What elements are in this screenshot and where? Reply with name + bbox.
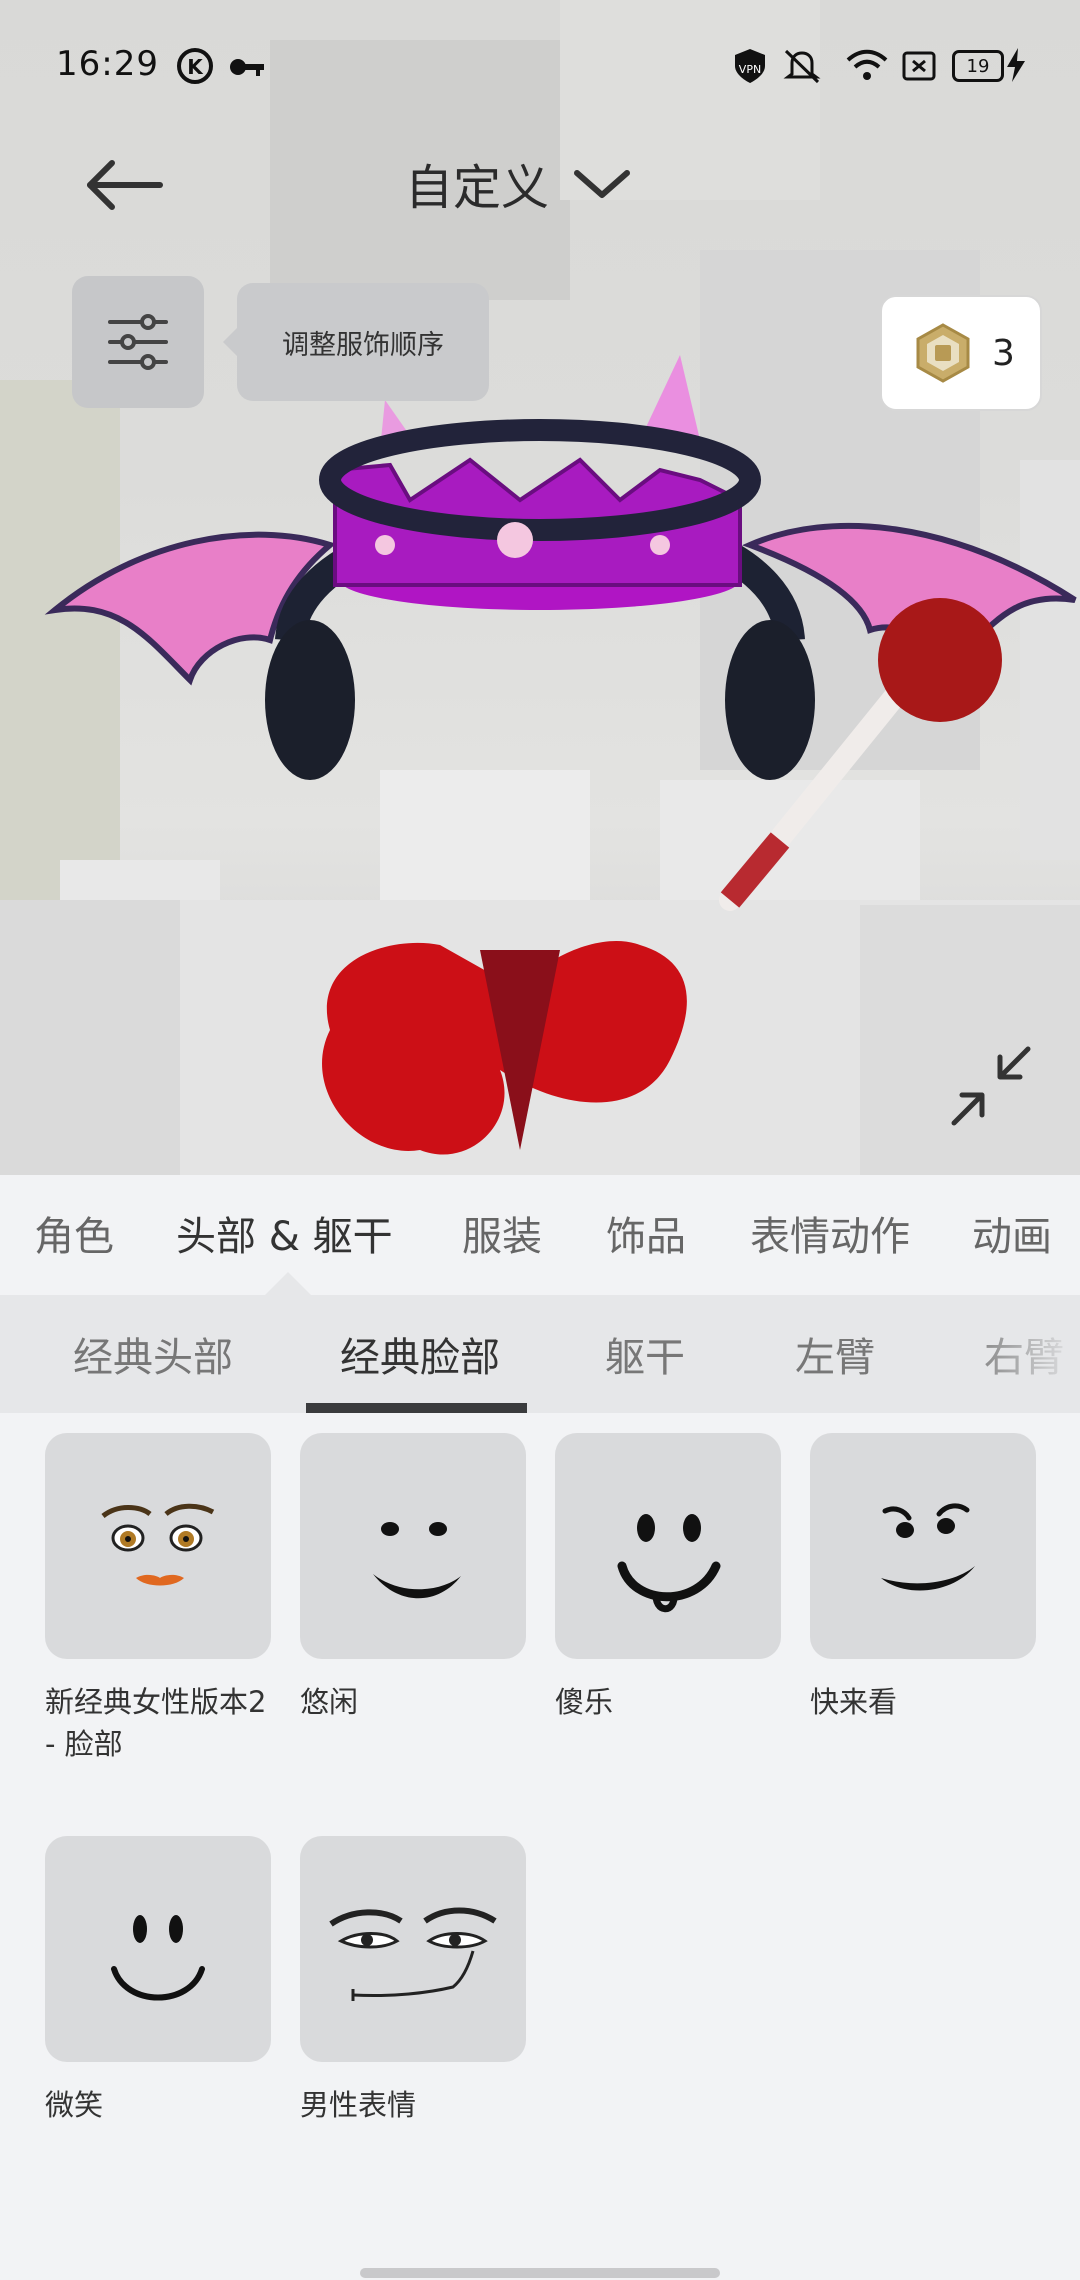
face-name: 快来看 <box>810 1685 898 1719</box>
face-thumbnail <box>45 1836 271 2062</box>
face-name: 傻乐 <box>555 1685 614 1719</box>
chill-face-icon <box>373 1522 461 1599</box>
tooltip-text: 调整服饰顺序 <box>282 329 444 361</box>
back-arrow-icon[interactable] <box>80 150 170 220</box>
sim-icon <box>902 51 936 81</box>
face-item[interactable]: 新经典女性版本2 - 脸部 <box>45 1433 271 1765</box>
face-item[interactable]: 傻乐 <box>555 1433 781 1723</box>
robux-icon <box>916 323 970 383</box>
man-face-icon <box>329 1907 497 2001</box>
face-thumbnail <box>300 1836 526 2062</box>
title-dropdown[interactable]: 自定义 <box>405 148 633 218</box>
face-item[interactable]: 悠闲 <box>300 1433 526 1723</box>
tab-animations[interactable]: 动画 <box>972 1175 1052 1295</box>
tab-character[interactable]: 角色 <box>34 1175 114 1295</box>
chevron-down-icon <box>574 170 631 198</box>
woman-face-icon <box>101 1503 215 1586</box>
svg-text:K: K <box>187 55 204 79</box>
battery-icon: 19 <box>952 50 1004 82</box>
robux-balance[interactable]: 3 <box>880 295 1042 411</box>
subtab-classic-heads[interactable]: 经典头部 <box>73 1295 233 1413</box>
subtab-left-arm[interactable]: 左臂 <box>795 1295 875 1413</box>
home-indicator[interactable] <box>360 2268 720 2278</box>
vpn-icon: VPN <box>735 49 765 83</box>
face-thumbnail <box>810 1433 1036 1659</box>
k-app-icon: K <box>177 48 213 84</box>
face-item[interactable]: 微笑 <box>45 1836 271 2126</box>
key-icon <box>230 59 264 76</box>
sliders-icon <box>108 314 168 370</box>
face-thumbnail <box>45 1433 271 1659</box>
adjust-order-button[interactable] <box>72 276 204 408</box>
category-tab-bar: 角色 头部 & 躯干 服装 饰品 表情动作 动画 <box>0 1175 1080 1295</box>
active-subtab-underline <box>306 1403 527 1413</box>
svg-text:VPN: VPN <box>739 63 761 76</box>
robux-count: 3 <box>992 332 1015 374</box>
status-time: 16:29 <box>56 44 159 84</box>
wifi-icon <box>846 49 888 80</box>
face-name: 男性表情 <box>300 2088 417 2122</box>
tab-accessories[interactable]: 饰品 <box>606 1175 686 1295</box>
status-bar: 16:29 K VPN 19 <box>0 30 1080 102</box>
adjust-order-tooltip: 调整服饰顺序 <box>223 283 489 401</box>
mute-icon <box>783 49 821 84</box>
tab-emotes[interactable]: 表情动作 <box>750 1175 910 1295</box>
face-name: 悠闲 <box>300 1685 359 1719</box>
face-name: 微笑 <box>45 2088 104 2122</box>
silly-face-icon <box>617 1514 721 1613</box>
face-thumbnail <box>555 1433 781 1659</box>
charging-icon <box>1007 48 1025 82</box>
top-bar: 自定义 <box>0 130 1080 240</box>
sub-tab-bar: 经典头部 经典脸部 躯干 左臂 右臂 <box>0 1295 1080 1413</box>
avatar-preview[interactable]: 16:29 K VPN 19 自定义 调整服饰顺序 3 <box>0 0 1080 1175</box>
check-it-face-icon <box>881 1503 975 1591</box>
collapse-view-icon[interactable] <box>950 1045 1032 1127</box>
face-item[interactable]: 快来看 <box>810 1433 1036 1723</box>
battery-level: 19 <box>966 55 990 77</box>
face-thumbnail <box>300 1433 526 1659</box>
page-title: 自定义 <box>405 160 550 216</box>
active-category-indicator <box>264 1272 312 1296</box>
tab-clothing[interactable]: 服装 <box>462 1175 542 1295</box>
face-item[interactable]: 男性表情 <box>300 1836 526 2126</box>
subtab-torso[interactable]: 躯干 <box>605 1295 685 1413</box>
smile-face-icon <box>111 1915 205 2001</box>
scroll-fade <box>960 1295 1080 1413</box>
face-name: 新经典女性版本2 - 脸部 <box>45 1685 267 1761</box>
subtab-classic-faces[interactable]: 经典脸部 <box>340 1295 500 1413</box>
